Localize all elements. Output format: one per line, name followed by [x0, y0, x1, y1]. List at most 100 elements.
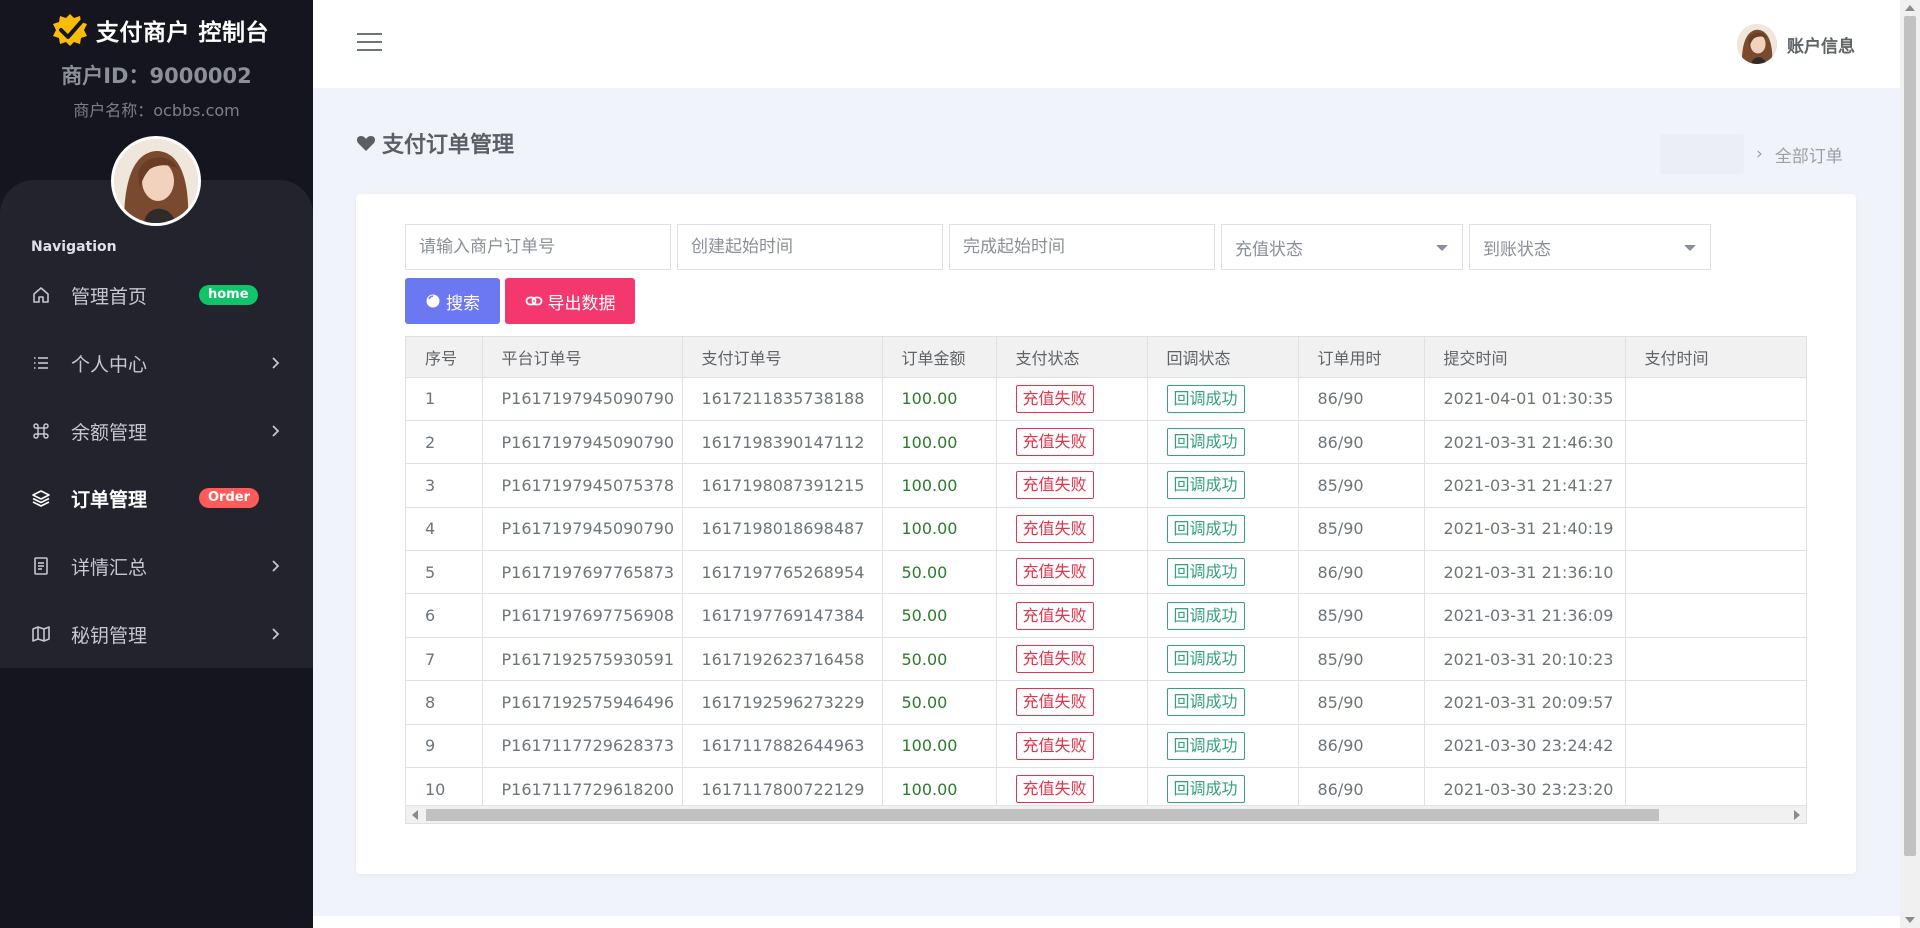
finish-time-input[interactable]	[949, 224, 1215, 270]
submit-time: 2021-03-31 21:36:10	[1424, 550, 1626, 595]
menu-toggle-icon[interactable]	[357, 33, 382, 55]
row-number: 4	[406, 507, 483, 552]
row-number: 3	[406, 463, 483, 508]
recharge-status-select[interactable]: 充值状态	[1221, 224, 1463, 270]
pay-order-no: 1617192596273229	[682, 680, 883, 725]
horizontal-scrollbar[interactable]	[406, 805, 1806, 823]
sidebar-item-label: 余额管理	[71, 421, 148, 444]
row-number: 7	[406, 637, 483, 682]
arrival-status-select[interactable]: 到账状态	[1469, 224, 1711, 270]
table-row[interactable]: 2 P1617197945090790 1617198390147112 100.00…	[406, 420, 1806, 465]
scroll-left-icon[interactable]	[412, 810, 418, 820]
submit-time: 2021-03-31 21:41:27	[1424, 463, 1626, 508]
brand-title: 支付商户 控制台	[96, 20, 270, 46]
pay-time	[1625, 550, 1806, 595]
search-icon	[426, 294, 440, 308]
column-header[interactable]: 序号	[406, 337, 483, 378]
column-header[interactable]: 支付时间	[1625, 337, 1806, 378]
breadcrumb-home[interactable]	[1660, 134, 1744, 174]
column-header[interactable]: 支付状态	[996, 337, 1148, 378]
order-duration: 85/90	[1298, 507, 1425, 552]
table-cell: 回调成功	[1147, 680, 1299, 725]
scroll-right-icon[interactable]	[1794, 810, 1800, 820]
table-row[interactable]: 5 P1617197697765873 1617197765268954 50.00 充…	[406, 550, 1806, 595]
submit-time: 2021-03-30 23:24:42	[1424, 724, 1626, 769]
sidebar-item-keys[interactable]: 秘钥管理	[0, 611, 313, 657]
export-button[interactable]: 导出数据	[505, 278, 635, 324]
order-duration: 86/90	[1298, 724, 1425, 769]
brand[interactable]: 支付商户 控制台	[50, 12, 269, 48]
sidebar-item-balance[interactable]: 余额管理	[0, 408, 313, 454]
footer	[313, 916, 1900, 928]
scrollbar-thumb[interactable]	[1904, 16, 1916, 856]
search-button[interactable]: 搜索	[405, 278, 500, 324]
table-cell: 回调成功	[1147, 420, 1299, 465]
submit-time: 2021-03-31 20:09:57	[1424, 680, 1626, 725]
sidebar-item-summary[interactable]: 详情汇总	[0, 543, 313, 589]
row-number: 2	[406, 420, 483, 465]
heart-icon	[356, 135, 376, 151]
pay-status-badge: 充值失败	[1015, 471, 1094, 500]
sidebar-item-profile[interactable]: 个人中心	[0, 340, 313, 386]
table-row[interactable]: 6 P1617197697756908 1617197769147384 50.00 充…	[406, 593, 1806, 638]
table-row[interactable]: 9 P1617117729628373 1617117882644963 100.00…	[406, 724, 1806, 769]
table-cell: 回调成功	[1147, 507, 1299, 552]
order-duration: 85/90	[1298, 463, 1425, 508]
user-photo-icon	[114, 139, 198, 223]
table-cell: 回调成功	[1147, 637, 1299, 682]
table-row[interactable]: 8 P1617192575946496 1617192596273229 50.00 充…	[406, 680, 1806, 725]
column-header[interactable]: 订单用时	[1298, 337, 1425, 378]
map-icon	[30, 623, 52, 645]
column-header[interactable]: 订单金额	[882, 337, 997, 378]
pay-status-badge: 充值失败	[1015, 428, 1094, 457]
table-row[interactable]: 3 P1617197945075378 1617198087391215 100.00…	[406, 463, 1806, 508]
scrollbar-thumb[interactable]	[426, 809, 1659, 821]
order-duration: 86/90	[1298, 377, 1425, 421]
row-number: 6	[406, 593, 483, 638]
scroll-down-icon[interactable]	[1905, 917, 1915, 923]
sidebar-item-home[interactable]: 管理首页 home	[0, 272, 313, 318]
platform-order-no: P1617192575930591	[482, 637, 683, 682]
table-cell: 充值失败	[996, 593, 1148, 638]
platform-order-no: P1617197945075378	[482, 463, 683, 508]
orders-table: 序号 平台订单号 支付订单号 订单金额 支付状态 回调状态 订单用时 提交时间 …	[406, 337, 1806, 812]
column-header[interactable]: 支付订单号	[682, 337, 883, 378]
sidebar-item-label: 管理首页	[71, 285, 148, 308]
table-header-row: 序号 平台订单号 支付订单号 订单金额 支付状态 回调状态 订单用时 提交时间 …	[406, 337, 1806, 378]
table-cell: 充值失败	[996, 507, 1148, 552]
callback-status-badge: 回调成功	[1166, 384, 1245, 413]
column-header[interactable]: 回调状态	[1147, 337, 1299, 378]
column-header[interactable]: 提交时间	[1424, 337, 1626, 378]
table-row[interactable]: 1 P1617197945090790 1617211835738188 100.00…	[406, 377, 1806, 421]
sidebar-item-orders[interactable]: 订单管理 Order	[0, 475, 313, 521]
submit-time: 2021-03-31 21:36:09	[1424, 593, 1626, 638]
vertical-scrollbar[interactable]	[1900, 0, 1920, 928]
table-body: 1 P1617197945090790 1617211835738188 100.00…	[406, 377, 1806, 812]
row-number: 1	[406, 377, 483, 421]
callback-status-badge: 回调成功	[1166, 471, 1245, 500]
order-duration: 85/90	[1298, 637, 1425, 682]
order-no-input[interactable]	[405, 224, 671, 270]
pay-time	[1625, 637, 1806, 682]
pay-time	[1625, 463, 1806, 508]
scroll-up-icon[interactable]	[1905, 5, 1915, 11]
pay-time	[1625, 724, 1806, 769]
table-row[interactable]: 4 P1617197945090790 1617198018698487 100.00…	[406, 507, 1806, 552]
platform-order-no: P1617197697756908	[482, 593, 683, 638]
breadcrumb-current: 全部订单	[1774, 146, 1843, 167]
callback-status-badge: 回调成功	[1166, 731, 1245, 760]
export-button-label: 导出数据	[547, 293, 616, 314]
submit-time: 2021-03-31 21:40:19	[1424, 507, 1626, 552]
link-icon	[525, 296, 542, 306]
callback-status-badge: 回调成功	[1166, 514, 1245, 543]
order-amount: 50.00	[882, 680, 997, 725]
order-amount: 50.00	[882, 637, 997, 682]
avatar[interactable]	[111, 136, 201, 226]
order-amount: 100.00	[882, 507, 997, 552]
account-menu[interactable]: 账户信息	[1737, 24, 1855, 64]
create-time-input[interactable]	[677, 224, 943, 270]
column-header[interactable]: 平台订单号	[482, 337, 683, 378]
pay-status-badge: 充值失败	[1015, 384, 1094, 413]
table-cell: 充值失败	[996, 550, 1148, 595]
table-row[interactable]: 7 P1617192575930591 1617192623716458 50.00 充…	[406, 637, 1806, 682]
